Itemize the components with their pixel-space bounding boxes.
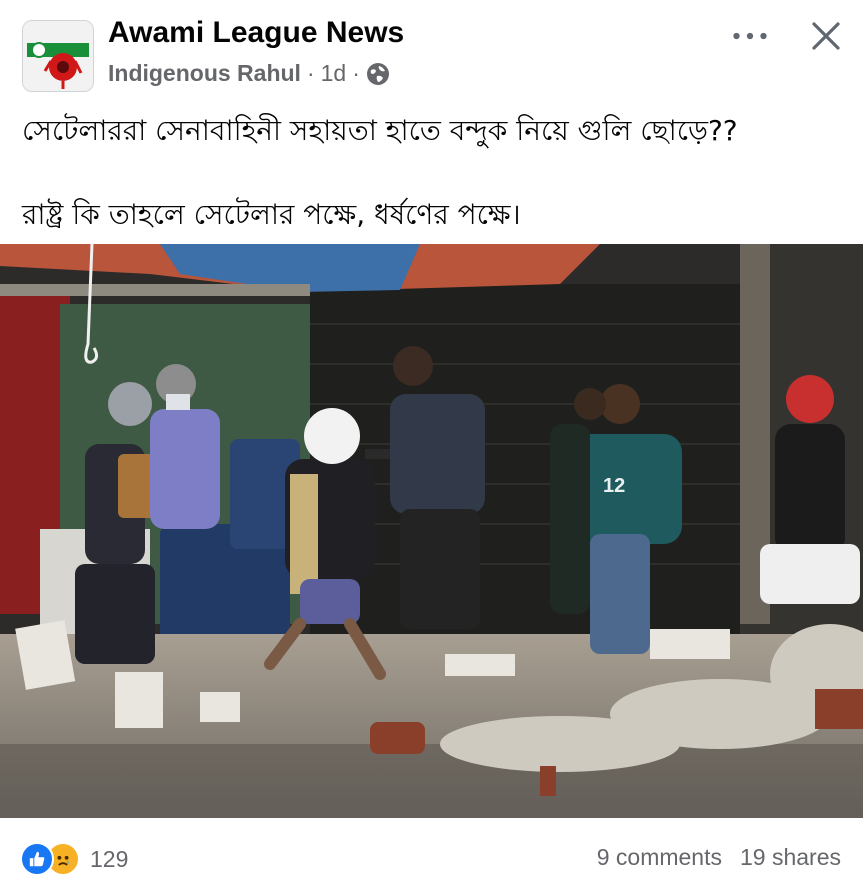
post-photo[interactable]: 12 [0,244,863,818]
comments-count[interactable]: 9 comments [597,844,722,871]
shares-count[interactable]: 19 shares [740,844,841,871]
reaction-count: 129 [90,845,129,872]
meta-separator-2: · [352,60,360,86]
group-avatar[interactable] [22,20,94,92]
post-footer: 129 9 comments 19 shares [0,826,863,894]
engagement-stats: 9 comments 19 shares [597,844,841,871]
post-meta: Indigenous Rahul · 1d · [108,60,390,87]
avatar-image [23,21,93,91]
post-text-line-2: রাষ্ট্র কি তাহলে সেটেলার পক্ষে, ধর্ষণের … [22,198,521,231]
author-name[interactable]: Indigenous Rahul [108,60,301,87]
post-text: সেটেলাররা সেনাবাহিনী সহায়তা হাতে বন্দুক… [22,110,852,236]
post-header: Awami League News Indigenous Rahul · 1d … [0,0,863,100]
more-dots-icon [733,32,767,40]
post-text-line-1: সেটেলাররা সেনাবাহিনী সহায়তা হাতে বন্দুক… [22,114,738,147]
close-button[interactable] [804,14,848,58]
post-time[interactable]: 1d [321,60,347,87]
like-reaction-icon [20,842,54,876]
reactions-summary[interactable]: 129 [20,842,128,876]
group-name[interactable]: Awami League News [108,16,404,50]
jersey-number: 12 [603,475,625,497]
globe-icon [366,62,390,86]
more-options-button[interactable] [728,18,772,54]
photo-scene: 12 [0,244,863,818]
close-icon [812,22,840,50]
meta-separator: · [306,60,315,86]
